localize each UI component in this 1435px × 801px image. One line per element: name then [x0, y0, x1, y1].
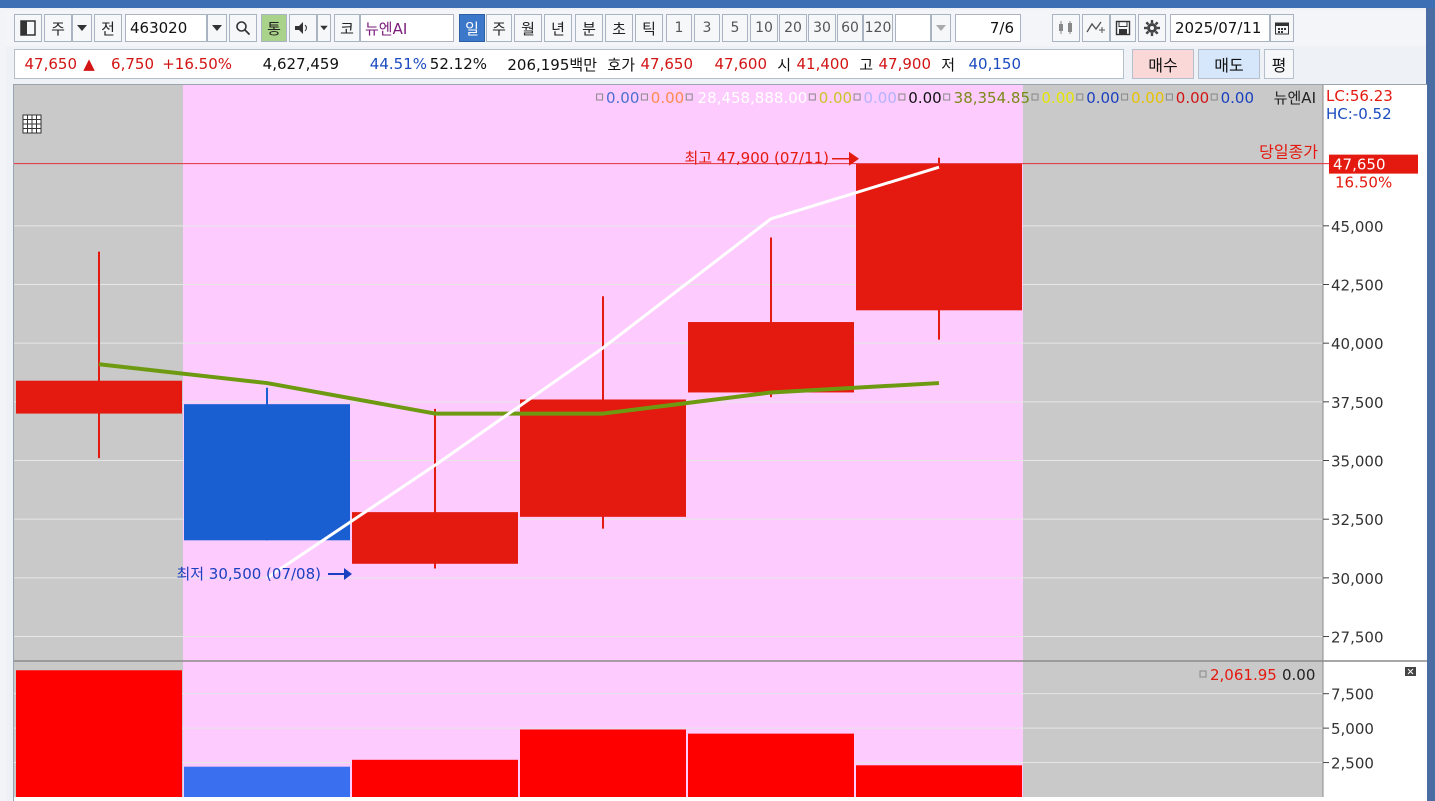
candle-body[interactable]: [16, 380, 182, 414]
volume-bar[interactable]: [352, 759, 518, 797]
price-chart[interactable]: 27,500 30,000 32,500 35,000 37,500 40,000 42,5…: [0, 0, 1435, 801]
candle-body[interactable]: [520, 399, 686, 517]
volume-legend-value2: 0.00: [1282, 666, 1315, 684]
min-price-annotation: 최저 30,500 (07/08): [176, 565, 321, 583]
legend-value: 0.00: [908, 89, 941, 107]
y-tick-label: 27,500: [1331, 629, 1384, 647]
max-price-annotation: 최고 47,900 (07/11): [684, 149, 829, 167]
candle-body[interactable]: [352, 512, 518, 564]
legend-value: 0.00: [1221, 89, 1254, 107]
volume-y-tick-label: 7,500: [1331, 686, 1374, 704]
close-price-badge-label: 47,650: [1333, 156, 1386, 174]
y-tick-label: 32,500: [1331, 511, 1384, 529]
y-tick-label: 37,500: [1331, 394, 1384, 412]
legend-value: 0.00: [1086, 89, 1119, 107]
y-tick-label: 30,000: [1331, 570, 1384, 588]
volume-bar[interactable]: [520, 729, 686, 798]
y-tick-label: 42,500: [1331, 276, 1384, 294]
legend-value: 38,354.85: [954, 89, 1030, 107]
legend-stock-name: 뉴엔AI: [1274, 89, 1316, 107]
volume-y-tick-label: 2,500: [1331, 755, 1374, 773]
legend-value: 0.00: [1041, 89, 1074, 107]
legend-value: 0.00: [1176, 89, 1209, 107]
close-pct-label: 16.50%: [1335, 174, 1392, 192]
y-tick-label: 40,000: [1331, 335, 1384, 353]
legend-value: 0.00: [1131, 89, 1164, 107]
hc-label: HC:-0.52: [1326, 105, 1392, 123]
legend-value: 0.00: [819, 89, 852, 107]
legend-value: 0.00: [863, 89, 896, 107]
volume-bar[interactable]: [856, 765, 1022, 797]
candle-body[interactable]: [184, 404, 350, 541]
volume-bar[interactable]: [184, 766, 350, 797]
close-price-label: 당일종가: [1259, 143, 1318, 162]
lc-label: LC:56.23: [1326, 87, 1393, 105]
legend-value: 28,458,888.00: [698, 89, 808, 107]
volume-legend-value: 2,061.95: [1210, 666, 1277, 684]
volume-bar[interactable]: [16, 670, 182, 797]
legend-value: 0.00: [651, 89, 684, 107]
candle-body[interactable]: [688, 322, 854, 393]
volume-y-tick-label: 5,000: [1331, 720, 1374, 738]
volume-bar[interactable]: [688, 733, 854, 797]
y-tick-label: 45,000: [1331, 218, 1384, 236]
y-tick-label: 35,000: [1331, 453, 1384, 471]
legend-value: 0.00: [606, 89, 639, 107]
